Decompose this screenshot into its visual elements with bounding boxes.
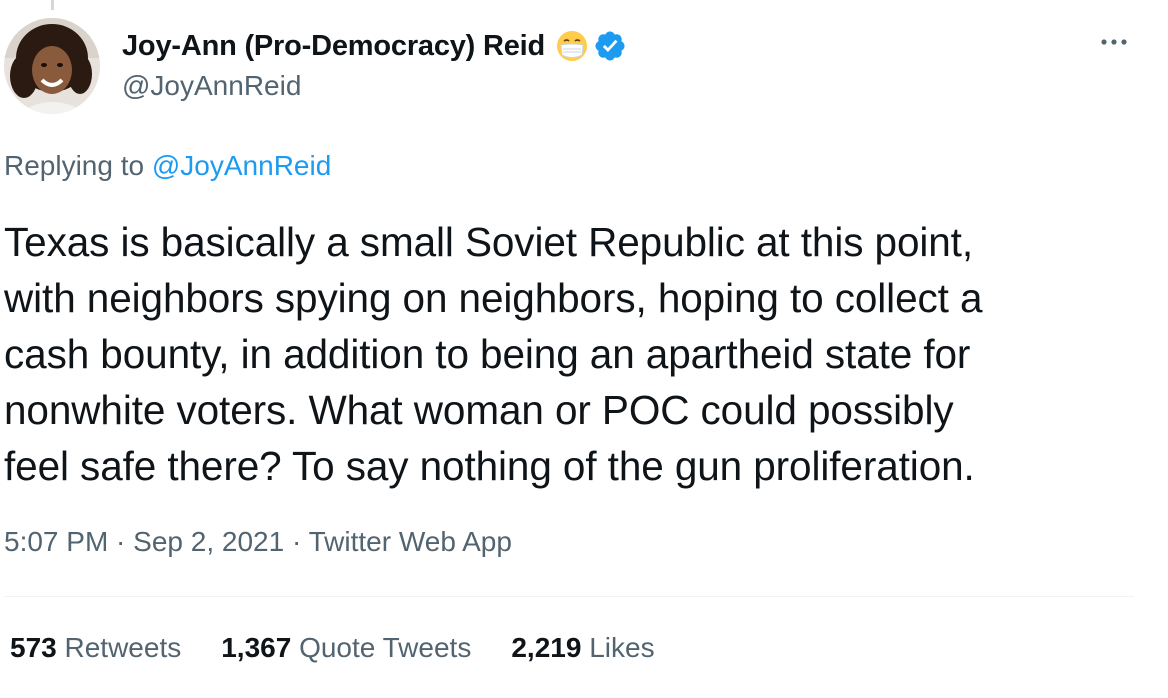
replying-to: Replying to @JoyAnnReid xyxy=(4,150,331,182)
tweet-metadata: 5:07 PM · Sep 2, 2021 · Twitter Web App xyxy=(4,526,512,558)
replying-to-prefix: Replying to xyxy=(4,150,145,181)
likes-label: Likes xyxy=(589,632,655,663)
quote-tweets-stat[interactable]: 1,367 Quote Tweets xyxy=(221,632,471,664)
author-block: Joy-Ann (Pro-Democracy) Reid @JoyAnnReid xyxy=(122,26,627,102)
retweets-label: Retweets xyxy=(64,632,182,663)
likes-count: 2,219 xyxy=(511,632,582,663)
more-options-icon[interactable] xyxy=(1096,30,1132,54)
face-with-medical-mask-icon xyxy=(557,31,588,61)
engagement-stats: 573 Retweets 1,367 Quote Tweets 2,219 Li… xyxy=(10,632,695,664)
quote-tweets-label: Quote Tweets xyxy=(299,632,472,663)
name-row: Joy-Ann (Pro-Democracy) Reid xyxy=(122,26,627,66)
quote-tweets-count: 1,367 xyxy=(221,632,292,663)
tweet-source[interactable]: Twitter Web App xyxy=(309,526,512,557)
meta-separator: · xyxy=(108,526,134,557)
tweet-date[interactable]: Sep 2, 2021 xyxy=(133,526,284,557)
tweet-text: Texas is basically a small Soviet Republ… xyxy=(4,219,983,489)
author-handle[interactable]: @JoyAnnReid xyxy=(122,70,627,102)
thread-connector-line xyxy=(51,0,54,10)
retweets-count: 573 xyxy=(10,632,57,663)
author-display-name[interactable]: Joy-Ann (Pro-Democracy) Reid xyxy=(122,30,545,63)
meta-separator: · xyxy=(284,526,309,557)
retweets-stat[interactable]: 573 Retweets xyxy=(10,632,181,664)
avatar-image xyxy=(4,18,100,114)
replying-to-handle-link[interactable]: @JoyAnnReid xyxy=(152,150,331,181)
avatar[interactable] xyxy=(4,18,100,114)
divider xyxy=(4,596,1134,597)
verified-badge-icon xyxy=(595,31,625,61)
tweet-time[interactable]: 5:07 PM xyxy=(4,526,108,557)
likes-stat[interactable]: 2,219 Likes xyxy=(511,632,654,664)
